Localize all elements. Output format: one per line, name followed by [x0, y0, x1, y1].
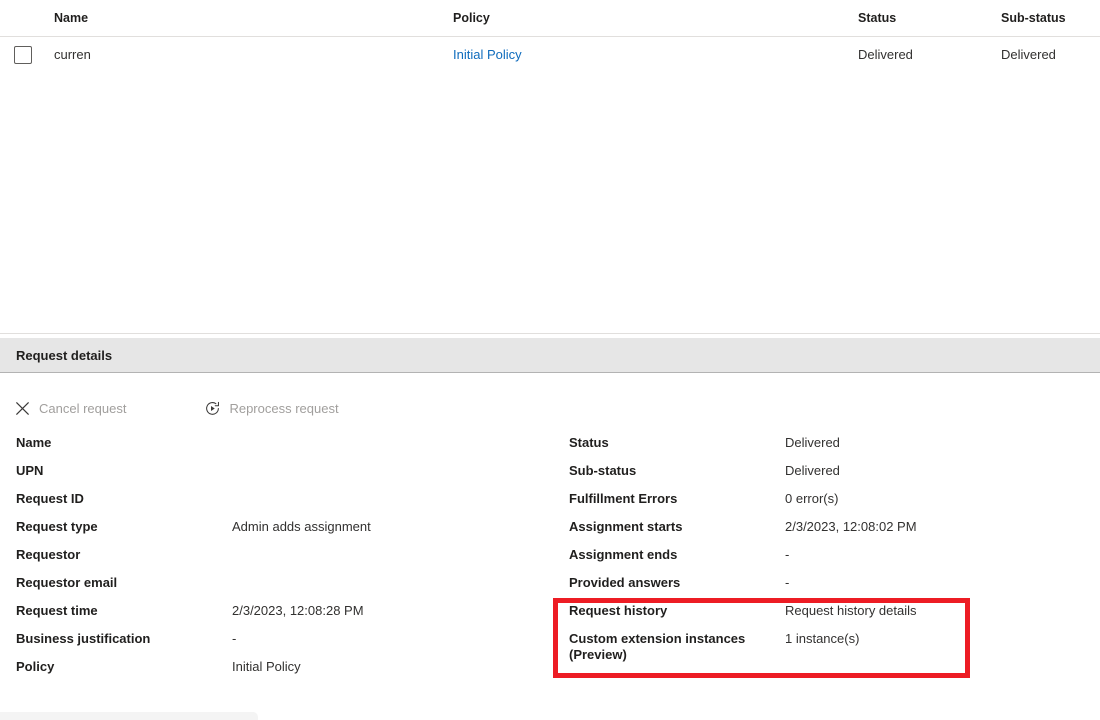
reprocess-request-label: Reprocess request	[229, 401, 338, 416]
field-name-label: Name	[16, 435, 221, 451]
reprocess-icon	[202, 398, 222, 418]
field-business-justification-label: Business justification	[16, 631, 221, 647]
details-left-column: Name UPN Request ID Request type Admin a…	[16, 435, 546, 687]
field-request-id: Request ID	[16, 491, 546, 519]
field-assignment-ends-label: Assignment ends	[569, 547, 779, 563]
field-assignment-ends: Assignment ends -	[569, 547, 1089, 575]
field-upn-label: UPN	[16, 463, 221, 479]
table-row[interactable]: curren Initial Policy Delivered Delivere…	[0, 37, 1100, 73]
field-assignment-starts-label: Assignment starts	[569, 519, 779, 535]
field-request-history-label: Request history	[569, 603, 779, 619]
field-fulfillment-errors: Fulfillment Errors 0 error(s)	[569, 491, 1089, 519]
grid-empty-area	[0, 72, 1100, 332]
cancel-request-button[interactable]: Cancel request	[6, 392, 136, 424]
row-select-checkbox[interactable]	[14, 46, 32, 64]
field-assignment-ends-value: -	[785, 547, 1085, 563]
close-icon	[12, 398, 32, 418]
grid-header-name[interactable]: Name	[54, 0, 449, 36]
field-custom-extension-instances-label: Custom extension instances (Preview)	[569, 631, 779, 663]
request-history-details-link[interactable]: Request history details	[785, 603, 1085, 619]
row-status: Delivered	[858, 37, 993, 72]
field-request-time: Request time 2/3/2023, 12:08:28 PM	[16, 603, 546, 631]
field-requestor-email: Requestor email	[16, 575, 546, 603]
field-policy-label: Policy	[16, 659, 221, 675]
reprocess-request-button[interactable]: Reprocess request	[196, 392, 348, 424]
field-status-value: Delivered	[785, 435, 1085, 451]
field-fulfillment-errors-value: 0 error(s)	[785, 491, 1085, 507]
field-assignment-starts: Assignment starts 2/3/2023, 12:08:02 PM	[569, 519, 1089, 547]
field-business-justification-value: -	[232, 631, 532, 647]
row-sub-status: Delivered	[1001, 37, 1100, 72]
requests-grid: Name Policy Status Sub-status curren Ini…	[0, 0, 1100, 73]
row-name: curren	[54, 37, 449, 72]
row-policy-link[interactable]: Initial Policy	[453, 47, 522, 62]
grid-header-status[interactable]: Status	[858, 0, 993, 36]
field-provided-answers-label: Provided answers	[569, 575, 779, 591]
field-provided-answers-value: -	[785, 575, 1085, 591]
cancel-request-label: Cancel request	[39, 401, 126, 416]
details-right-column: Status Delivered Sub-status Delivered Fu…	[569, 435, 1089, 671]
field-business-justification: Business justification -	[16, 631, 546, 659]
field-provided-answers: Provided answers -	[569, 575, 1089, 603]
bottom-status-panel[interactable]	[0, 712, 258, 720]
field-status-label: Status	[569, 435, 779, 451]
field-requestor-email-label: Requestor email	[16, 575, 221, 591]
grid-header-sub-status[interactable]: Sub-status	[1001, 0, 1100, 36]
field-assignment-starts-value: 2/3/2023, 12:08:02 PM	[785, 519, 1085, 535]
field-request-time-value: 2/3/2023, 12:08:28 PM	[232, 603, 532, 619]
field-request-type: Request type Admin adds assignment	[16, 519, 546, 547]
grid-header-checkbox-cell	[14, 0, 54, 36]
field-sub-status-label: Sub-status	[569, 463, 779, 479]
field-upn: UPN	[16, 463, 546, 491]
field-sub-status-value: Delivered	[785, 463, 1085, 479]
field-request-history: Request history Request history details	[569, 603, 1089, 631]
field-policy: Policy Initial Policy	[16, 659, 546, 687]
pane-top-divider	[0, 333, 1100, 334]
grid-header-policy[interactable]: Policy	[453, 0, 848, 36]
field-requestor-label: Requestor	[16, 547, 221, 563]
field-request-type-label: Request type	[16, 519, 221, 535]
request-details-header: Request details	[0, 338, 1100, 373]
field-fulfillment-errors-label: Fulfillment Errors	[569, 491, 779, 507]
row-checkbox-cell	[14, 37, 54, 72]
row-policy-cell: Initial Policy	[453, 37, 848, 72]
page-title: Request details	[16, 348, 112, 363]
field-status: Status Delivered	[569, 435, 1089, 463]
field-policy-link[interactable]: Initial Policy	[232, 659, 532, 675]
request-details-pane: Request details Cancel request Reprocess…	[0, 333, 1100, 720]
grid-header-row: Name Policy Status Sub-status	[0, 0, 1100, 37]
field-name: Name	[16, 435, 546, 463]
field-requestor: Requestor	[16, 547, 546, 575]
custom-extension-instances-link[interactable]: 1 instance(s)	[785, 631, 1085, 647]
field-request-time-label: Request time	[16, 603, 221, 619]
field-custom-extension-instances: Custom extension instances (Preview) 1 i…	[569, 631, 1089, 671]
field-request-id-label: Request ID	[16, 491, 221, 507]
details-command-bar: Cancel request Reprocess request	[0, 391, 1100, 425]
field-sub-status: Sub-status Delivered	[569, 463, 1089, 491]
field-request-type-value: Admin adds assignment	[232, 519, 532, 535]
